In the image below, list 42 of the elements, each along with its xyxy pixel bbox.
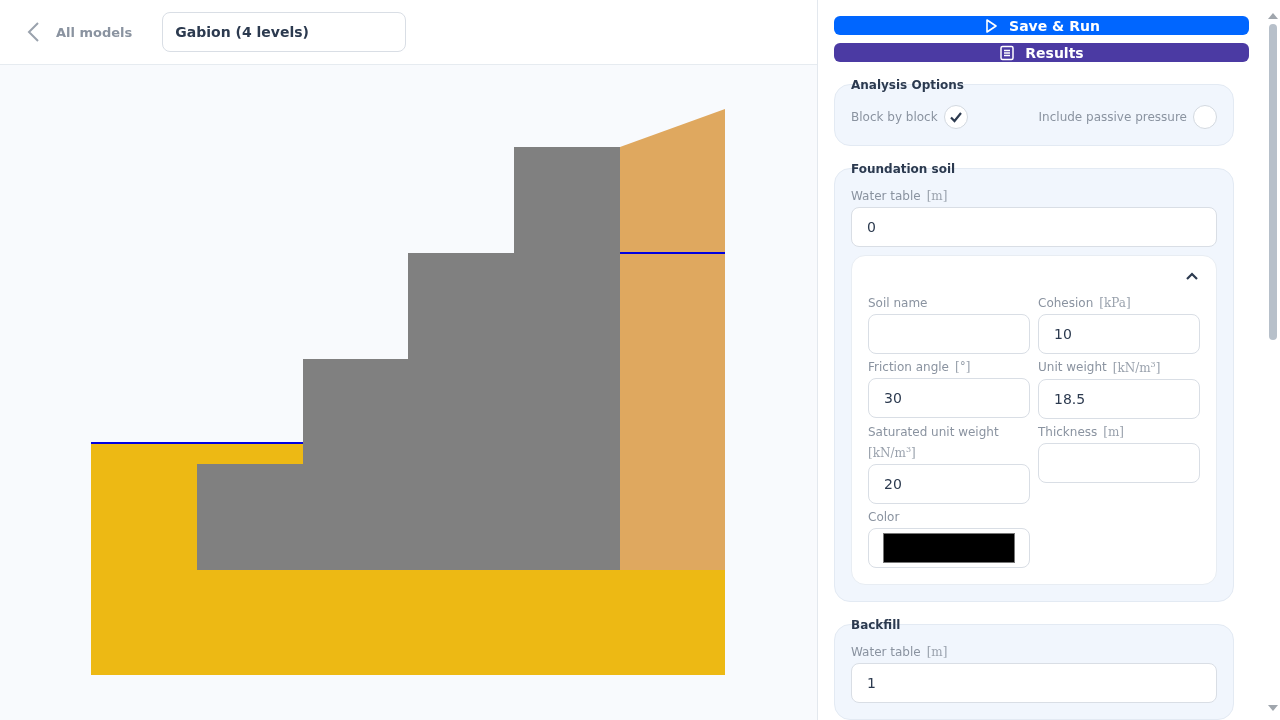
document-icon (999, 44, 1016, 61)
checkmark-icon (948, 110, 963, 124)
input-field[interactable]: 20 (868, 464, 1030, 504)
input-field[interactable] (1038, 443, 1200, 483)
scroll-up-icon[interactable] (1268, 12, 1278, 19)
section-title: Analysis Options (851, 78, 965, 92)
input-field[interactable]: 30 (868, 378, 1030, 418)
input-field[interactable]: 1 (851, 663, 1217, 703)
field-label: Thickness (1038, 425, 1098, 439)
unit-label: [°] (955, 360, 971, 374)
option-label: Block by block (851, 110, 938, 124)
color-field[interactable] (868, 528, 1030, 568)
option-label: Include passive pressure (1038, 110, 1187, 124)
save-run-button[interactable]: Save & Run (834, 16, 1249, 35)
input-field[interactable]: 10 (1038, 314, 1200, 354)
field-label: Soil name (868, 296, 928, 310)
checkbox[interactable] (1193, 105, 1217, 129)
scrollbar-thumb[interactable] (1269, 24, 1277, 340)
back-icon (26, 21, 42, 43)
model-name-field[interactable]: Gabion (4 levels) (162, 12, 407, 52)
unit-label: [m] (926, 645, 948, 659)
unit-label: [m] (1103, 425, 1125, 439)
field-label: Saturated unit weight (868, 425, 999, 439)
unit-label: [kN/m$^{3}$] (868, 445, 916, 460)
input-field[interactable]: 0 (851, 207, 1217, 247)
unit-label: [m] (926, 189, 948, 203)
input-field[interactable]: 18.5 (1038, 379, 1200, 419)
unit-label: [kPa] (1099, 296, 1131, 310)
field-label: Unit weight (1038, 360, 1107, 375)
field-label: Friction angle (868, 360, 949, 374)
field-label: Color (868, 510, 900, 524)
results-button[interactable]: Results (834, 43, 1249, 62)
play-icon (983, 17, 1000, 34)
section-title: Backfill (851, 618, 902, 632)
input-field[interactable] (868, 314, 1030, 354)
unit-label: [kN/m$^{3}$] (1112, 360, 1161, 375)
section-title: Foundation soil (851, 162, 957, 176)
field-label: Water table (851, 645, 921, 659)
field-label: Cohesion (1038, 296, 1094, 310)
field-label: Water table (851, 189, 921, 203)
checkbox[interactable] (943, 105, 968, 129)
scroll-down-icon[interactable] (1268, 705, 1278, 712)
